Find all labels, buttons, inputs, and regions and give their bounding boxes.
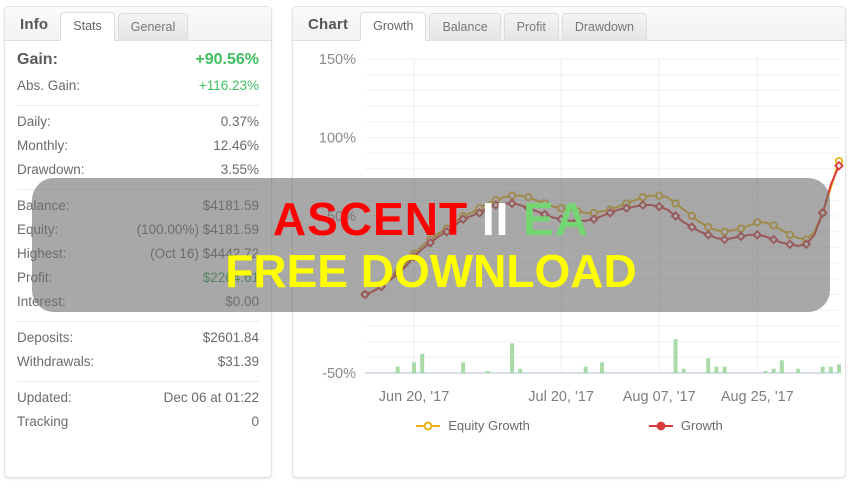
stat-label-updated: Updated: [17,390,72,405]
growth-chart: 150% 100% 50% -50% Jun 20, '17 Jul 20, '17 Aug… [293,41,845,445]
legend-label-growth: Growth [680,418,723,433]
stat-value-drawdown: 3.55% [220,162,259,177]
stat-row-interest: Interest: $0.00 [17,290,259,314]
stat-label-abs-gain: Abs. Gain: [17,78,81,93]
stat-value-interest: $0.00 [225,294,259,309]
stats-list: Gain: +90.56% Abs. Gain: +116.23% Daily:… [5,41,271,434]
svg-text:Aug 25, '17: Aug 25, '17 [721,389,794,405]
stat-label-equity: Equity: [17,222,59,237]
app-root: Info Stats General Gain: +90.56% Abs. Ga… [0,0,850,500]
stat-label-drawdown: Drawdown: [17,162,85,177]
info-panel-header: Info Stats General [5,7,271,41]
stat-label-gain: Gain: [17,51,58,68]
stat-label-balance: Balance: [17,198,70,213]
stat-value-balance: $4181.59 [202,198,259,213]
legend-item-growth[interactable]: Growth [648,418,723,433]
tab-balance[interactable]: Balance [429,13,501,41]
svg-text:50%: 50% [327,209,356,225]
divider-1 [17,105,259,106]
stat-row-deposits: Deposits: $2601.84 [17,326,259,350]
stat-row-gain: Gain: +90.56% [17,47,259,74]
stat-value-tracking: 0 [251,414,259,429]
stat-label-highest: Highest: [17,246,67,261]
stat-label-withdrawals: Withdrawals: [17,354,95,369]
divider-3 [17,321,259,322]
chart-legend: Equity Growth Growth [293,418,845,433]
stat-value-withdrawals: $31.39 [217,354,259,369]
stat-row-tracking: Tracking 0 [17,410,259,434]
divider-2 [17,189,259,190]
stat-label-profit: Profit: [17,270,53,285]
info-panel: Info Stats General Gain: +90.56% Abs. Ga… [4,6,272,478]
stat-row-daily: Daily: 0.37% [17,110,259,134]
stat-value-daily: 0.37% [220,114,259,129]
stat-value-updated: Dec 06 at 01:22 [163,390,259,405]
stat-value-gain: +90.56% [195,51,259,68]
stat-value-monthly: 12.46% [213,138,259,153]
svg-text:Jul 20, '17: Jul 20, '17 [528,389,594,405]
legend-marker-equity-growth [416,421,441,430]
tab-general[interactable]: General [117,13,189,41]
stat-label-tracking: Tracking [17,414,69,429]
stat-row-drawdown: Drawdown: 3.55% [17,158,259,182]
tab-profit[interactable]: Profit [503,13,559,41]
tab-drawdown[interactable]: Drawdown [561,13,647,41]
tab-growth[interactable]: Growth [360,12,427,41]
stat-label-monthly: Monthly: [17,138,69,153]
stat-row-abs-gain: Abs. Gain: +116.23% [17,74,259,98]
svg-text:100%: 100% [319,131,356,147]
stat-row-withdrawals: Withdrawals: $31.39 [17,350,259,374]
stat-row-profit: Profit: $2264.61 [17,266,259,290]
stat-row-equity: Equity: (100.00%) $4181.59 [17,218,259,242]
stat-value-highest: (Oct 16) $4442.72 [150,246,259,261]
stat-row-monthly: Monthly: 12.46% [17,134,259,158]
legend-marker-growth [648,421,673,430]
stat-row-updated: Updated: Dec 06 at 01:22 [17,386,259,410]
info-panel-title: Info [20,16,49,33]
divider-4 [17,381,259,382]
svg-text:Jun 20, '17: Jun 20, '17 [379,389,450,405]
svg-text:Aug 07, '17: Aug 07, '17 [623,389,696,405]
stat-value-deposits: $2601.84 [202,330,259,345]
chart-panel-header: Chart Growth Balance Profit Drawdown [293,7,845,41]
tab-stats[interactable]: Stats [60,12,115,41]
svg-text:150%: 150% [319,52,356,68]
svg-text:-50%: -50% [322,366,356,382]
stat-label-interest: Interest: [17,294,66,309]
stat-value-profit: $2264.61 [202,270,259,285]
stat-value-abs-gain: +116.23% [198,78,259,93]
stat-label-daily: Daily: [17,114,51,129]
stat-value-equity: (100.00%) $4181.59 [136,222,259,237]
chart-panel-title: Chart [308,16,349,33]
stat-row-balance: Balance: $4181.59 [17,194,259,218]
stat-row-highest: Highest: (Oct 16) $4442.72 [17,242,259,266]
stat-label-deposits: Deposits: [17,330,74,345]
chart-canvas: 150% 100% 50% -50% Jun 20, '17 Jul 20, '17 Aug… [319,52,844,405]
legend-item-equity-growth[interactable]: Equity Growth [415,418,530,433]
legend-label-equity-growth: Equity Growth [448,418,530,433]
chart-panel: Chart Growth Balance Profit Drawdown 150… [292,6,846,478]
